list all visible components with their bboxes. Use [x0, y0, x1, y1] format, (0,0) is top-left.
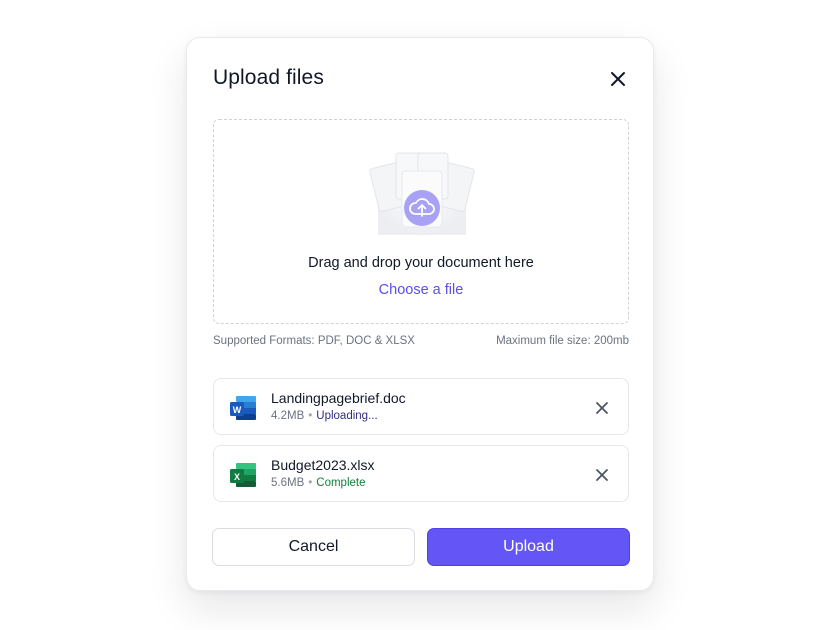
cancel-button[interactable]: Cancel: [212, 528, 415, 566]
upload-button[interactable]: Upload: [427, 528, 630, 566]
svg-text:X: X: [234, 472, 240, 482]
remove-file-button[interactable]: [592, 398, 612, 418]
svg-text:W: W: [233, 405, 242, 415]
remove-file-button[interactable]: [592, 465, 612, 485]
dialog-title: Upload files: [213, 66, 324, 89]
file-item: X Budget2023.xlsx 5.6MB • Complete: [213, 445, 629, 502]
upload-status: Complete: [316, 477, 366, 489]
file-size: 5.6MB: [271, 477, 305, 489]
word-doc-icon: W: [230, 396, 256, 420]
upload-dialog: Upload files Drag and drop your document…: [186, 37, 654, 591]
separator-dot: •: [308, 410, 313, 422]
close-button[interactable]: [605, 66, 631, 92]
upload-status: Uploading...: [316, 410, 378, 422]
max-file-size: Maximum file size: 200mb: [496, 335, 629, 347]
file-name: Budget2023.xlsx: [271, 457, 375, 473]
file-meta: 4.2MB • Uploading...: [271, 410, 378, 422]
drop-prompt: Drag and drop your document here: [308, 255, 534, 271]
drop-zone[interactable]: Drag and drop your document here Choose …: [213, 119, 629, 324]
file-name: Landingpagebrief.doc: [271, 390, 406, 406]
file-meta: 5.6MB • Complete: [271, 477, 366, 489]
choose-file-link[interactable]: Choose a file: [214, 282, 628, 298]
file-item: W Landingpagebrief.doc 4.2MB • Uploading…: [213, 378, 629, 435]
upload-constraints: Supported Formats: PDF, DOC & XLSX Maxim…: [213, 335, 629, 347]
cloud-upload-icon: [404, 190, 440, 226]
close-icon: [596, 402, 608, 414]
close-icon: [611, 72, 625, 86]
documents-illustration: [369, 152, 475, 235]
close-icon: [596, 469, 608, 481]
excel-sheet-icon: X: [230, 463, 256, 487]
file-size: 4.2MB: [271, 410, 305, 422]
supported-formats: Supported Formats: PDF, DOC & XLSX: [213, 335, 415, 347]
separator-dot: •: [308, 477, 313, 489]
